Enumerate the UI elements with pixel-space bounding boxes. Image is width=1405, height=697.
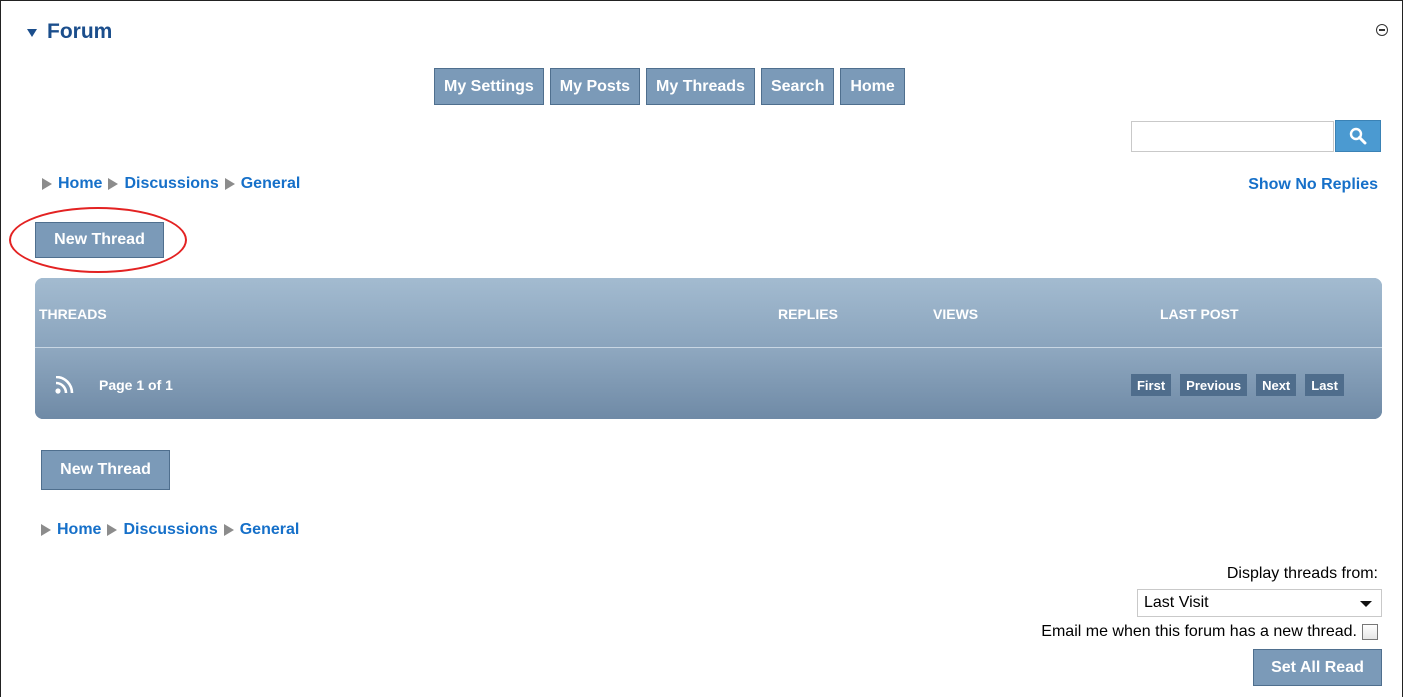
- breadcrumb-general[interactable]: General: [241, 175, 301, 193]
- breadcrumb: Home Discussions General: [42, 175, 306, 193]
- my-settings-button[interactable]: My Settings: [434, 68, 544, 105]
- threads-table: THREADS REPLIES VIEWS LAST POST Page 1 o…: [35, 278, 1382, 419]
- column-last-post[interactable]: LAST POST: [1160, 306, 1239, 322]
- breadcrumb-bottom: Home Discussions General: [41, 521, 305, 539]
- collapse-icon[interactable]: [1376, 24, 1388, 36]
- email-notify-row: Email me when this forum has a new threa…: [1041, 623, 1378, 641]
- search-nav-button[interactable]: Search: [760, 68, 835, 105]
- pager-previous-button[interactable]: Previous: [1180, 374, 1248, 396]
- display-threads-value: Last Visit: [1144, 594, 1209, 611]
- show-no-replies-link[interactable]: Show No Replies: [1248, 176, 1378, 194]
- page-info: Page 1 of 1: [99, 377, 173, 393]
- search-button[interactable]: [1335, 120, 1381, 152]
- panel-header[interactable]: Forum: [27, 19, 112, 45]
- table-footer: Page 1 of 1 First Previous Next Last: [35, 348, 1382, 419]
- breadcrumb-arrow-icon: [107, 524, 118, 536]
- column-views[interactable]: VIEWS: [933, 306, 978, 322]
- pager: First Previous Next Last: [1130, 374, 1344, 396]
- display-threads-label: Display threads from:: [1226, 565, 1378, 582]
- breadcrumb-general[interactable]: General: [240, 521, 300, 539]
- pager-first-button[interactable]: First: [1130, 374, 1172, 396]
- breadcrumb-home[interactable]: Home: [57, 521, 101, 539]
- set-all-read-button[interactable]: Set All Read: [1253, 649, 1382, 686]
- search-input[interactable]: [1131, 121, 1334, 152]
- breadcrumb-arrow-icon: [41, 524, 51, 536]
- select-caret-icon: [1360, 601, 1372, 607]
- collapse-triangle-icon[interactable]: [27, 29, 37, 37]
- forum-panel: Forum My Settings My Posts My Threads Se…: [0, 0, 1403, 697]
- my-posts-button[interactable]: My Posts: [549, 68, 641, 105]
- search-icon: [1349, 127, 1367, 145]
- pager-next-button[interactable]: Next: [1256, 374, 1297, 396]
- new-thread-button[interactable]: New Thread: [35, 222, 164, 258]
- breadcrumb-discussions[interactable]: Discussions: [124, 175, 218, 193]
- table-header: THREADS REPLIES VIEWS LAST POST: [35, 278, 1382, 348]
- panel-title: Forum: [47, 20, 113, 43]
- email-notify-checkbox[interactable]: [1362, 624, 1378, 640]
- pager-last-button[interactable]: Last: [1305, 374, 1344, 396]
- rss-icon[interactable]: [55, 376, 75, 394]
- display-threads-select[interactable]: Last Visit: [1137, 589, 1382, 617]
- email-notify-label: Email me when this forum has a new threa…: [1041, 623, 1357, 640]
- breadcrumb-arrow-icon: [108, 178, 119, 190]
- breadcrumb-home[interactable]: Home: [58, 175, 102, 193]
- breadcrumb-arrow-icon: [42, 178, 52, 190]
- my-threads-button[interactable]: My Threads: [646, 68, 755, 105]
- home-nav-button[interactable]: Home: [840, 68, 905, 105]
- column-replies[interactable]: REPLIES: [778, 306, 838, 322]
- new-thread-button-bottom[interactable]: New Thread: [41, 450, 170, 490]
- breadcrumb-arrow-icon: [224, 178, 235, 190]
- breadcrumb-discussions[interactable]: Discussions: [123, 521, 217, 539]
- breadcrumb-arrow-icon: [223, 524, 234, 536]
- column-threads[interactable]: THREADS: [39, 306, 107, 322]
- forum-nav: My Settings My Posts My Threads Search H…: [434, 68, 905, 105]
